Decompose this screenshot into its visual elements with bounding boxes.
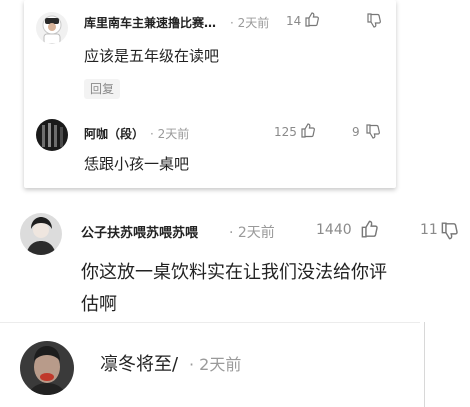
- avatar[interactable]: [20, 213, 62, 255]
- avatar[interactable]: [20, 341, 74, 395]
- comment-time: · 2天前: [189, 355, 242, 374]
- comment-text: 应该是五年级在读吧: [84, 47, 220, 65]
- commenter-name[interactable]: 库里南车主兼速撸比赛…: [84, 14, 216, 31]
- thumb-down-icon[interactable]: [365, 124, 381, 144]
- comment-text-line: 你这放一桌饮料实在让我们没法给你评: [81, 262, 387, 283]
- thumb-down-icon[interactable]: [366, 13, 382, 33]
- comment-text-line: 估啊: [81, 294, 117, 315]
- divider: [0, 322, 420, 323]
- like-count: 14: [286, 14, 302, 28]
- comment-time: · 2天前: [229, 225, 275, 241]
- comment-time: · 2天前: [150, 127, 190, 141]
- thumb-up-icon[interactable]: [300, 122, 316, 142]
- avatar[interactable]: [36, 12, 68, 44]
- commenter-name[interactable]: 凛冬将至/: [100, 350, 178, 376]
- dislike-count: 11: [420, 222, 438, 238]
- vertical-divider: [424, 322, 425, 407]
- commenter-name[interactable]: 公子扶苏喂苏喂苏喂: [81, 222, 198, 241]
- like-count: 1440: [316, 222, 352, 238]
- dislike-count: 9: [352, 125, 360, 139]
- thumb-down-icon[interactable]: [440, 222, 459, 245]
- avatar[interactable]: [36, 119, 68, 151]
- thumb-up-icon[interactable]: [360, 219, 379, 242]
- comment-text: 恁跟小孩一桌吧: [84, 155, 190, 173]
- commenter-name[interactable]: 阿咖（段）: [84, 125, 144, 142]
- reply-card: 库里南车主兼速撸比赛… · 2天前 14 应该是五年级在读吧 回复 阿咖（段） …: [24, 0, 396, 188]
- reply-button[interactable]: 回复: [84, 79, 120, 99]
- comment-time: · 2天前: [230, 16, 270, 30]
- like-count: 125: [274, 125, 297, 139]
- thumb-up-icon[interactable]: [304, 11, 320, 31]
